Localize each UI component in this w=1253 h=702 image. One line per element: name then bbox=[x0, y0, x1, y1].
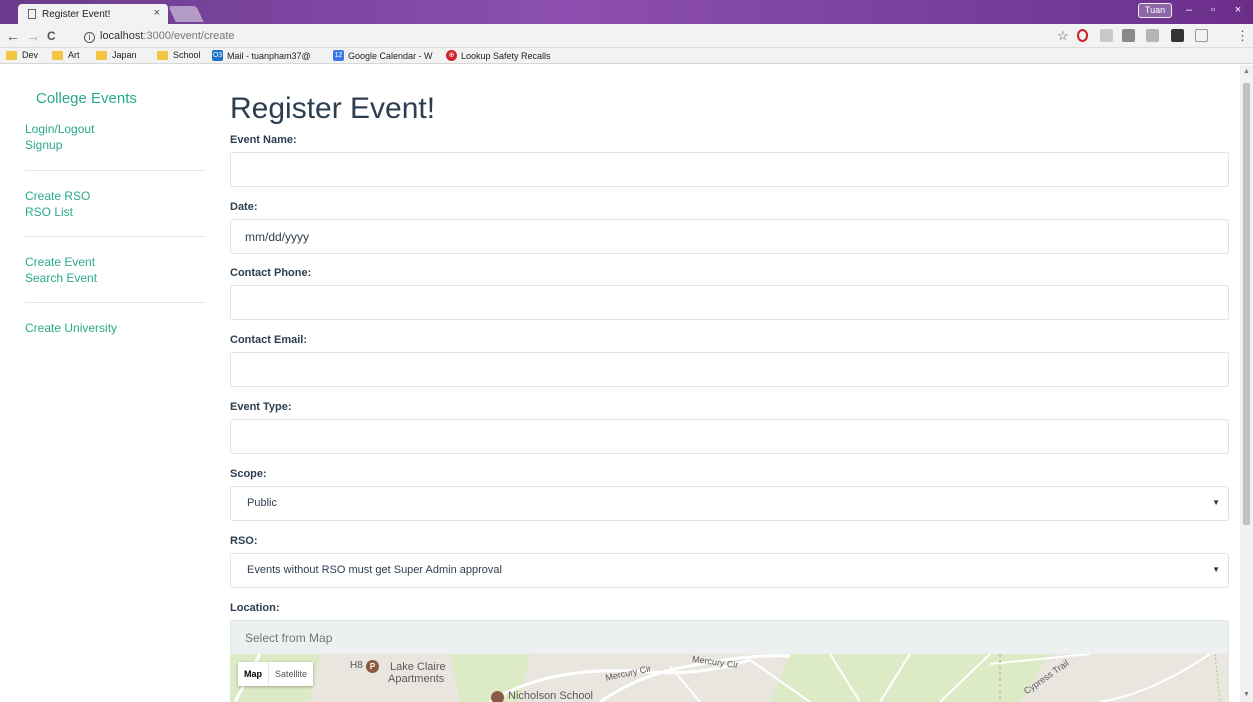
bookmarks-bar: Dev Art Japan School O3 Mail - tuanpham37… bbox=[0, 48, 1253, 64]
rso-selected-value: Events without RSO must get Super Admin … bbox=[247, 564, 502, 576]
nav-rso-list[interactable]: RSO List bbox=[25, 205, 73, 219]
star-icon[interactable]: ☆ bbox=[1057, 28, 1069, 44]
sidebar-divider bbox=[25, 170, 206, 171]
browser-titlebar: Register Event! × Tuan – ▫ × bbox=[0, 0, 1253, 24]
nav-create-rso[interactable]: Create RSO bbox=[25, 189, 90, 203]
outlook-icon: O3 bbox=[212, 50, 223, 61]
bookmark-japan[interactable]: Japan bbox=[96, 50, 137, 60]
reload-button[interactable]: C bbox=[47, 28, 56, 44]
contact-phone-input[interactable] bbox=[230, 285, 1229, 320]
folder-icon bbox=[96, 50, 107, 60]
satellite-view-button[interactable]: Satellite bbox=[268, 662, 313, 686]
caret-down-icon: ▼ bbox=[1212, 565, 1220, 574]
bookmark-safety-recalls[interactable]: ⊕ Lookup Safety Recalls bbox=[446, 50, 551, 61]
folder-icon bbox=[157, 50, 168, 60]
scrollbar-thumb[interactable] bbox=[1243, 83, 1250, 525]
back-button[interactable]: ← bbox=[6, 28, 20, 44]
map-label-nicholson-school: Nicholson School bbox=[508, 690, 593, 702]
bookmark-mail[interactable]: O3 Mail - tuanpham37@ bbox=[212, 50, 311, 61]
tab-title: Register Event! bbox=[42, 8, 111, 20]
nav-login-logout[interactable]: Login/Logout bbox=[25, 122, 94, 136]
bookmark-art[interactable]: Art bbox=[52, 50, 80, 60]
event-type-input[interactable] bbox=[230, 419, 1229, 454]
scope-label: Scope: bbox=[230, 468, 267, 480]
bookmark-dev[interactable]: Dev bbox=[6, 50, 38, 60]
contact-email-input[interactable] bbox=[230, 352, 1229, 387]
sidebar-divider bbox=[25, 302, 206, 303]
location-map[interactable]: Map Satellite H8 P Lake Claire Apartment… bbox=[230, 654, 1229, 702]
sidebar-divider bbox=[25, 236, 206, 237]
pocket-icon[interactable] bbox=[1122, 29, 1135, 42]
map-type-toggle[interactable]: Map Satellite bbox=[238, 662, 314, 686]
nav-create-event[interactable]: Create Event bbox=[25, 255, 95, 269]
nav-create-university[interactable]: Create University bbox=[25, 321, 117, 335]
toyota-icon: ⊕ bbox=[446, 50, 457, 61]
extension-icon[interactable] bbox=[1171, 29, 1184, 42]
url-path: :3000/event/create bbox=[143, 30, 235, 42]
event-type-label: Event Type: bbox=[230, 401, 292, 413]
parking-icon: P bbox=[366, 660, 379, 673]
rso-label: RSO: bbox=[230, 535, 258, 547]
url-host: localhost bbox=[100, 30, 144, 42]
browser-tab[interactable]: Register Event! × bbox=[18, 4, 168, 24]
date-label: Date: bbox=[230, 201, 258, 213]
minimize-button[interactable]: – bbox=[1178, 2, 1200, 19]
map-label-h8: H8 bbox=[350, 660, 363, 671]
rso-select[interactable]: Events without RSO must get Super Admin … bbox=[230, 553, 1229, 588]
contact-email-label: Contact Email: bbox=[230, 334, 308, 346]
scope-select[interactable]: Public ▼ bbox=[230, 486, 1229, 521]
nav-signup[interactable]: Signup bbox=[25, 138, 62, 152]
bookmark-school[interactable]: School bbox=[157, 50, 201, 60]
new-tab-button[interactable] bbox=[168, 6, 204, 22]
folder-icon bbox=[52, 50, 63, 60]
page-icon bbox=[28, 9, 36, 19]
contact-phone-label: Contact Phone: bbox=[230, 267, 312, 279]
event-name-input[interactable] bbox=[230, 152, 1229, 187]
nav-search-event[interactable]: Search Event bbox=[25, 271, 97, 285]
page-scrollbar[interactable]: ▲ ▼ bbox=[1240, 65, 1253, 702]
menu-icon[interactable]: ⋮ bbox=[1236, 28, 1249, 44]
location-label: Location: bbox=[230, 602, 280, 614]
close-window-button[interactable]: × bbox=[1226, 2, 1250, 19]
address-bar: ← → C i localhost:3000/event/create ☆ ⋮ bbox=[0, 24, 1253, 48]
opera-icon[interactable] bbox=[1077, 29, 1088, 42]
map-label-lake-claire: Lake Claire bbox=[390, 661, 446, 673]
info-icon[interactable]: i bbox=[84, 32, 95, 43]
caret-down-icon: ▼ bbox=[1212, 498, 1220, 507]
page-content: College Events Login/Logout Signup Creat… bbox=[0, 65, 1240, 702]
extension-icon[interactable] bbox=[1100, 29, 1113, 42]
scroll-down-icon[interactable]: ▼ bbox=[1243, 691, 1250, 698]
calendar-icon: 12 bbox=[333, 50, 344, 61]
extension-icon[interactable] bbox=[1146, 29, 1159, 42]
page-title: Register Event! bbox=[230, 92, 436, 125]
folder-icon bbox=[6, 50, 17, 60]
event-name-label: Event Name: bbox=[230, 134, 297, 146]
extension-icon[interactable] bbox=[1195, 29, 1208, 42]
tab-close-icon[interactable]: × bbox=[154, 7, 160, 19]
scroll-up-icon[interactable]: ▲ bbox=[1243, 68, 1250, 75]
brand-link[interactable]: College Events bbox=[36, 90, 137, 107]
location-input[interactable] bbox=[230, 620, 1229, 655]
school-icon bbox=[491, 691, 504, 702]
map-view-button[interactable]: Map bbox=[238, 662, 268, 686]
scope-selected-value: Public bbox=[247, 497, 277, 509]
maximize-button[interactable]: ▫ bbox=[1202, 2, 1224, 19]
date-placeholder: mm/dd/yyyy bbox=[245, 230, 310, 244]
forward-button[interactable]: → bbox=[26, 28, 40, 44]
profile-badge[interactable]: Tuan bbox=[1138, 3, 1172, 18]
map-label-apartments: Apartments bbox=[388, 673, 445, 685]
bookmark-calendar[interactable]: 12 Google Calendar - W bbox=[333, 50, 433, 61]
date-input[interactable]: mm/dd/yyyy bbox=[230, 219, 1229, 254]
url-input[interactable]: i localhost:3000/event/create bbox=[84, 27, 1084, 45]
